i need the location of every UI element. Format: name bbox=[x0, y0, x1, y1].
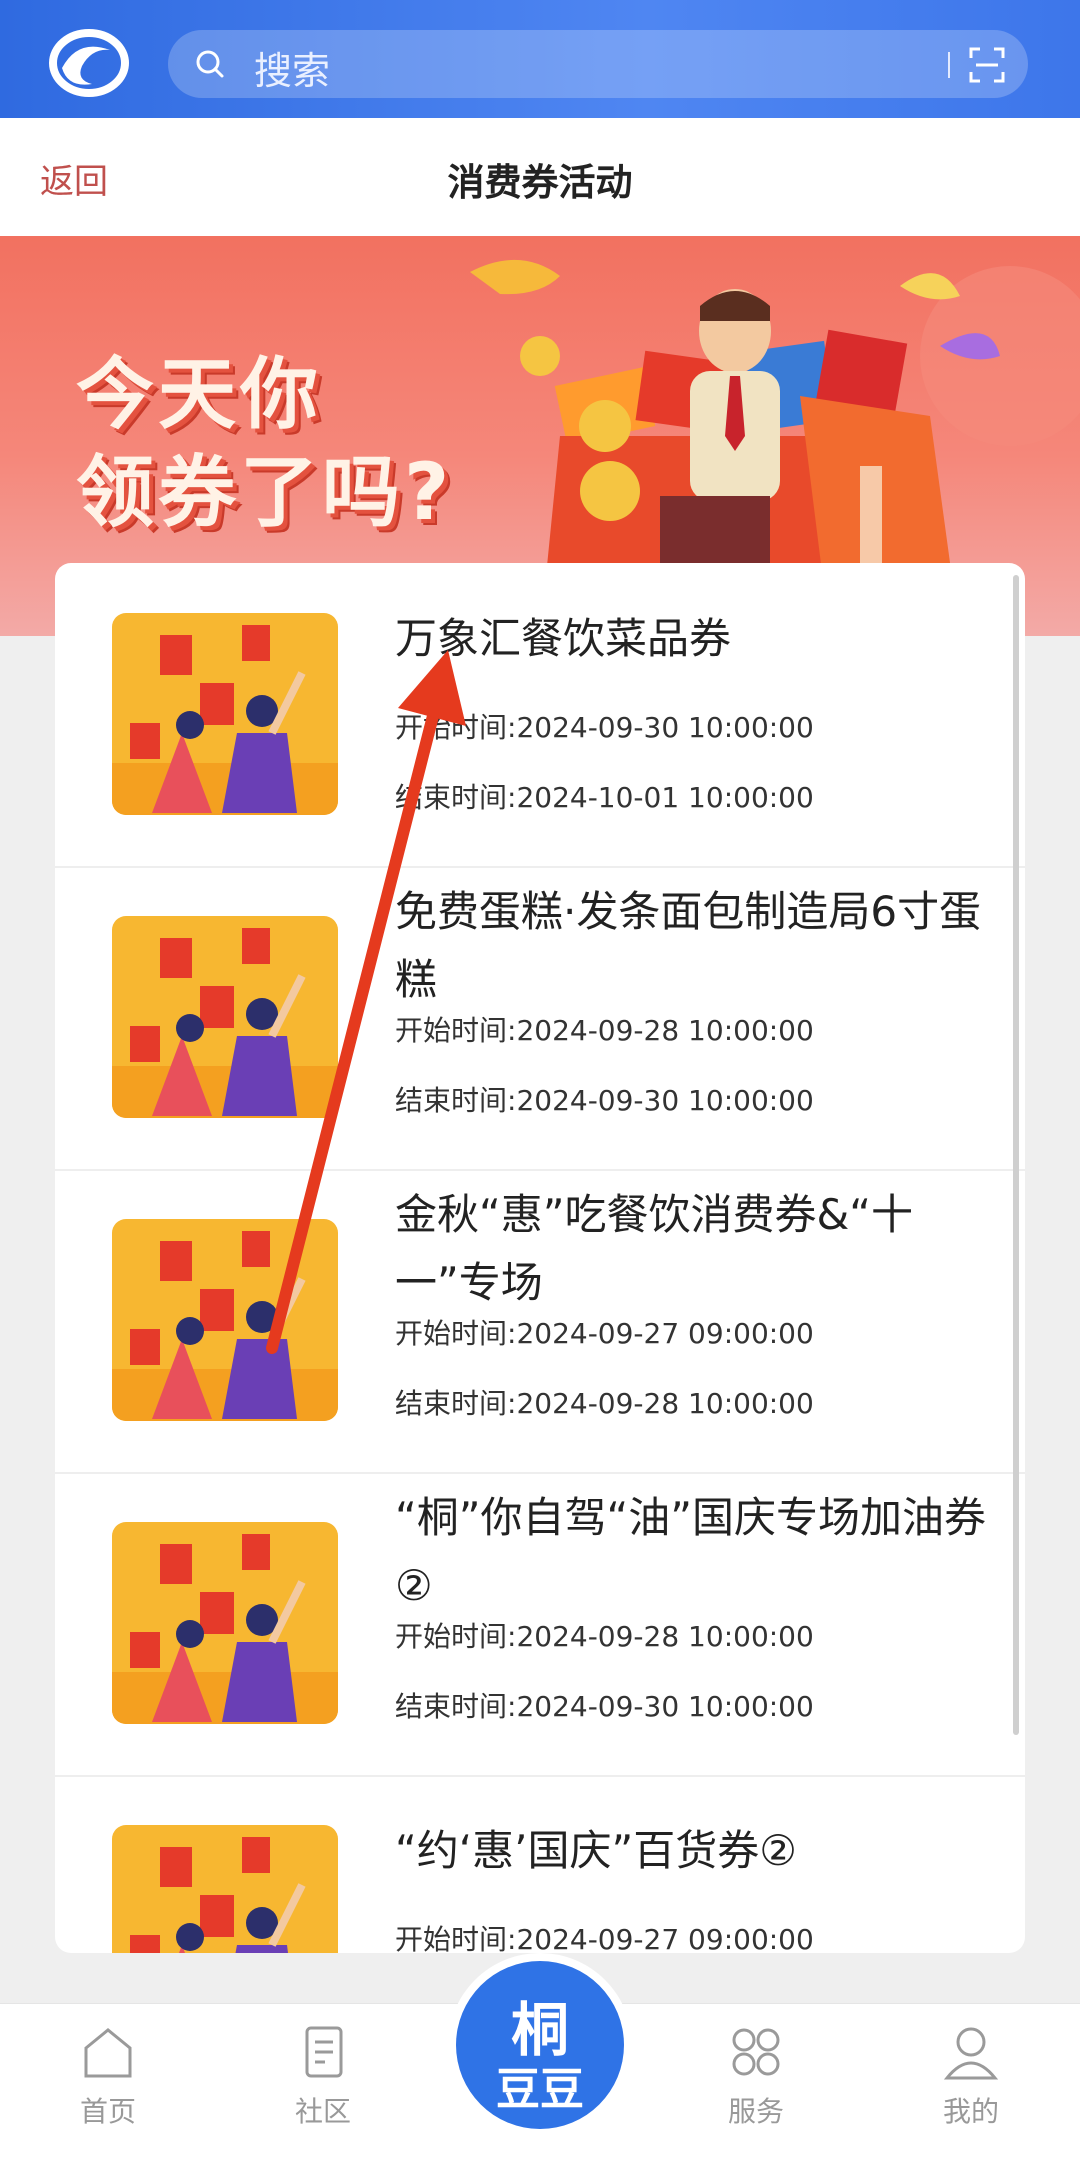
end-label: 结束时间: bbox=[395, 781, 517, 814]
profile-icon bbox=[943, 2027, 999, 2080]
tab-community[interactable]: 社区 bbox=[253, 2024, 393, 2130]
start-value: 2024-09-28 10:00:00 bbox=[516, 1014, 814, 1047]
tongdoudou-logo: 桐 豆豆 bbox=[456, 1961, 624, 2129]
coupon-item[interactable]: “桐”你自驾“油”国庆专场加油券② 开始时间:2024-09-28 10:00:… bbox=[55, 1472, 1025, 1777]
start-label: 开始时间: bbox=[395, 711, 517, 744]
start-value: 2024-09-30 10:00:00 bbox=[516, 711, 814, 744]
end-value: 2024-09-28 10:00:00 bbox=[516, 1387, 814, 1420]
start-label: 开始时间: bbox=[395, 1620, 517, 1653]
coupon-title: “桐”你自驾“油”国庆专场加油券② bbox=[395, 1493, 987, 1610]
end-label: 结束时间: bbox=[395, 1084, 517, 1117]
end-label: 结束时间: bbox=[395, 1387, 517, 1420]
tab-home-label: 首页 bbox=[79, 2095, 136, 2128]
coupon-item[interactable]: 金秋“惠”吃餐饮消费券&“十一”专场 开始时间:2024-09-27 09:00… bbox=[55, 1169, 1025, 1474]
tab-mine[interactable]: 我的 bbox=[901, 2024, 1041, 2130]
home-icon bbox=[84, 2028, 132, 2078]
start-value: 2024-09-28 10:00:00 bbox=[516, 1620, 814, 1653]
coupon-thumbnail bbox=[112, 1522, 338, 1724]
banner-slogan-line2: 领券了吗? bbox=[76, 448, 454, 538]
center-tab-button[interactable]: 桐 豆豆 bbox=[448, 1953, 632, 2137]
top-bar: 搜索 bbox=[0, 0, 1080, 118]
start-label: 开始时间: bbox=[395, 1923, 517, 1953]
app-logo-icon[interactable] bbox=[48, 28, 130, 98]
coupon-end-time: 结束时间:2024-09-30 10:00:00 bbox=[395, 1079, 814, 1119]
start-value: 2024-09-27 09:00:00 bbox=[516, 1317, 814, 1350]
coupon-end-time: 结束时间:2024-10-01 10:00:00 bbox=[395, 776, 814, 816]
coupon-list: 万象汇餐饮菜品券 开始时间:2024-09-30 10:00:00 结束时间:2… bbox=[55, 563, 1025, 1953]
tab-services-label: 服务 bbox=[727, 2095, 784, 2128]
search-bar[interactable]: 搜索 bbox=[168, 30, 1028, 98]
search-divider bbox=[948, 52, 950, 78]
banner-slogan-line1: 今天你 bbox=[76, 350, 323, 440]
end-label: 结束时间: bbox=[395, 1690, 517, 1723]
coupon-thumbnail bbox=[112, 1219, 338, 1421]
coupon-start-time: 开始时间:2024-09-28 10:00:00 bbox=[395, 1615, 814, 1655]
coupon-thumbnail bbox=[112, 613, 338, 815]
start-label: 开始时间: bbox=[395, 1014, 517, 1047]
services-icon bbox=[732, 2028, 780, 2076]
start-value: 2024-09-27 09:00:00 bbox=[516, 1923, 814, 1953]
tab-community-label: 社区 bbox=[294, 2095, 351, 2128]
scan-icon[interactable] bbox=[968, 46, 1006, 84]
search-icon bbox=[196, 50, 224, 78]
coupon-title: 免费蛋糕·发条面包制造局6寸蛋糕 bbox=[395, 887, 982, 1004]
nav-bar: 返回 消费券活动 bbox=[0, 118, 1080, 236]
community-icon bbox=[305, 2026, 343, 2078]
coupon-start-time: 开始时间:2024-09-30 10:00:00 bbox=[395, 706, 814, 746]
coupon-start-time: 开始时间:2024-09-27 09:00:00 bbox=[395, 1918, 814, 1953]
end-value: 2024-09-30 10:00:00 bbox=[516, 1084, 814, 1117]
end-value: 2024-10-01 10:00:00 bbox=[516, 781, 814, 814]
coupon-title: 万象汇餐饮菜品券 bbox=[395, 614, 732, 663]
tab-mine-label: 我的 bbox=[942, 2095, 999, 2128]
coupon-start-time: 开始时间:2024-09-28 10:00:00 bbox=[395, 1009, 814, 1049]
end-value: 2024-09-30 10:00:00 bbox=[516, 1690, 814, 1723]
center-logo-line2: 豆豆 bbox=[496, 2064, 584, 2115]
coupon-start-time: 开始时间:2024-09-27 09:00:00 bbox=[395, 1312, 814, 1352]
coupon-thumbnail bbox=[112, 916, 338, 1118]
page-title: 消费券活动 bbox=[447, 161, 633, 204]
coupon-title: 金秋“惠”吃餐饮消费券&“十一”专场 bbox=[395, 1190, 914, 1307]
search-input[interactable]: 搜索 bbox=[254, 40, 330, 95]
coupon-end-time: 结束时间:2024-09-28 10:00:00 bbox=[395, 1382, 814, 1422]
coupon-item[interactable]: 万象汇餐饮菜品券 开始时间:2024-09-30 10:00:00 结束时间:2… bbox=[55, 563, 1025, 868]
coupon-title: “约‘惠’国庆”百货券② bbox=[395, 1826, 797, 1875]
coupon-end-time: 结束时间:2024-09-30 10:00:00 bbox=[395, 1685, 814, 1725]
coupon-item[interactable]: 免费蛋糕·发条面包制造局6寸蛋糕 开始时间:2024-09-28 10:00:0… bbox=[55, 866, 1025, 1171]
tab-home[interactable]: 首页 bbox=[38, 2024, 178, 2130]
banner-slogan: 今天你 领券了吗? bbox=[76, 346, 453, 542]
coupon-thumbnail bbox=[112, 1825, 338, 1953]
tab-services[interactable]: 服务 bbox=[686, 2024, 826, 2130]
coupon-item[interactable]: “约‘惠’国庆”百货券② 开始时间:2024-09-27 09:00:00 bbox=[55, 1775, 1025, 1953]
start-label: 开始时间: bbox=[395, 1317, 517, 1350]
scrollbar[interactable] bbox=[1013, 575, 1019, 1735]
